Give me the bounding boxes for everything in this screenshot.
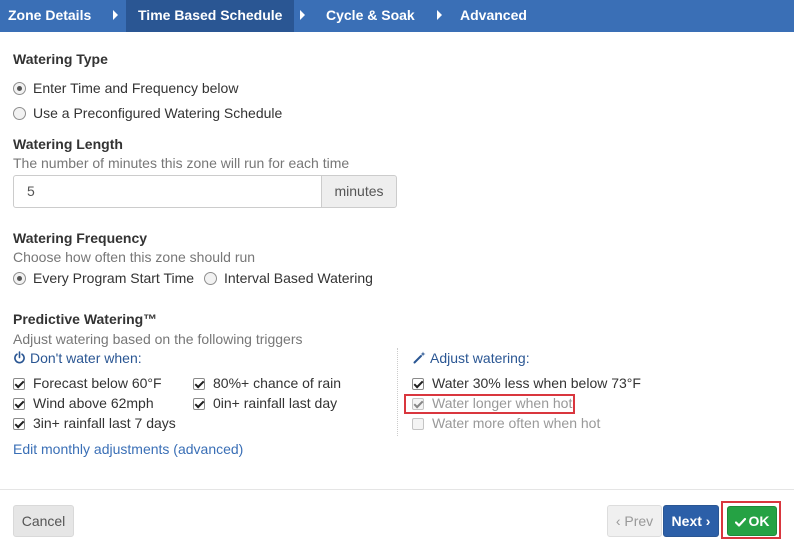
wizard-tabs: Zone Details Time Based Schedule Cycle &… [0, 0, 794, 32]
radio-preconfigured-schedule[interactable] [13, 107, 26, 120]
predictive-watering-heading: Predictive Watering™ [13, 311, 158, 327]
checkbox-rainfall-7-days[interactable] [13, 418, 25, 430]
chevron-right-icon [113, 10, 118, 20]
radio-label-interval-based[interactable]: Interval Based Watering [224, 270, 373, 286]
tab-time-based-schedule[interactable]: Time Based Schedule [126, 0, 294, 32]
next-button[interactable]: Next › [663, 505, 719, 537]
checkbox-water-more-often-hot[interactable] [412, 418, 424, 430]
watering-length-heading: Watering Length [13, 136, 123, 152]
checkbox-forecast-below[interactable] [13, 378, 25, 390]
prev-button[interactable]: ‹ Prev [607, 505, 662, 537]
footer-divider [0, 489, 794, 490]
checkbox-label-rainfall-7-days[interactable]: 3in+ rainfall last 7 days [33, 415, 176, 431]
tab-cycle-soak[interactable]: Cycle & Soak [326, 0, 415, 32]
checkmark-icon [734, 517, 746, 527]
radio-enter-time-frequency[interactable] [13, 82, 26, 95]
predictive-watering-help: Adjust watering based on the following t… [13, 331, 303, 347]
checkbox-label-rainfall-last-day[interactable]: 0in+ rainfall last day [213, 395, 337, 411]
chevron-right-icon [300, 10, 305, 20]
watering-frequency-help: Choose how often this zone should run [13, 249, 256, 265]
radio-every-program-start[interactable] [13, 272, 26, 285]
radio-label-every-program-start[interactable]: Every Program Start Time [33, 270, 194, 286]
checkbox-wind-above[interactable] [13, 398, 25, 410]
dont-water-label: Don't water when: [30, 350, 142, 366]
watering-length-help: The number of minutes this zone will run… [13, 155, 350, 171]
edit-monthly-adjustments-link[interactable]: Edit monthly adjustments (advanced) [13, 441, 243, 457]
watering-frequency-heading: Watering Frequency [13, 230, 148, 246]
checkbox-label-forecast-below[interactable]: Forecast below 60°F [33, 375, 162, 391]
power-icon [14, 351, 25, 364]
checkbox-label-water-less-cool[interactable]: Water 30% less when below 73°F [432, 375, 641, 391]
checkbox-water-less-cool[interactable] [412, 378, 424, 390]
magic-wand-icon [413, 351, 426, 364]
adjust-watering-label: Adjust watering: [430, 350, 530, 366]
cancel-button[interactable]: Cancel [13, 505, 74, 537]
checkbox-label-chance-of-rain[interactable]: 80%+ chance of rain [213, 375, 341, 391]
chevron-right-icon [437, 10, 442, 20]
radio-interval-based[interactable] [204, 272, 217, 285]
ok-button-label: OK [748, 513, 770, 529]
ok-button[interactable]: OK [727, 506, 777, 536]
checkbox-chance-of-rain[interactable] [193, 378, 205, 390]
highlight-box-water-longer [404, 394, 575, 414]
checkbox-rainfall-last-day[interactable] [193, 398, 205, 410]
watering-length-input[interactable]: 5 [13, 175, 322, 208]
column-divider [397, 348, 398, 436]
tab-zone-details[interactable]: Zone Details [0, 0, 112, 32]
radio-label-enter-time[interactable]: Enter Time and Frequency below [33, 80, 238, 96]
minutes-addon: minutes [321, 175, 397, 208]
radio-label-preconfigured[interactable]: Use a Preconfigured Watering Schedule [33, 105, 282, 121]
checkbox-label-wind-above[interactable]: Wind above 62mph [33, 395, 154, 411]
watering-type-heading: Watering Type [13, 51, 108, 67]
checkbox-label-water-more-often-hot[interactable]: Water more often when hot [432, 415, 600, 431]
tab-advanced[interactable]: Advanced [460, 0, 527, 32]
